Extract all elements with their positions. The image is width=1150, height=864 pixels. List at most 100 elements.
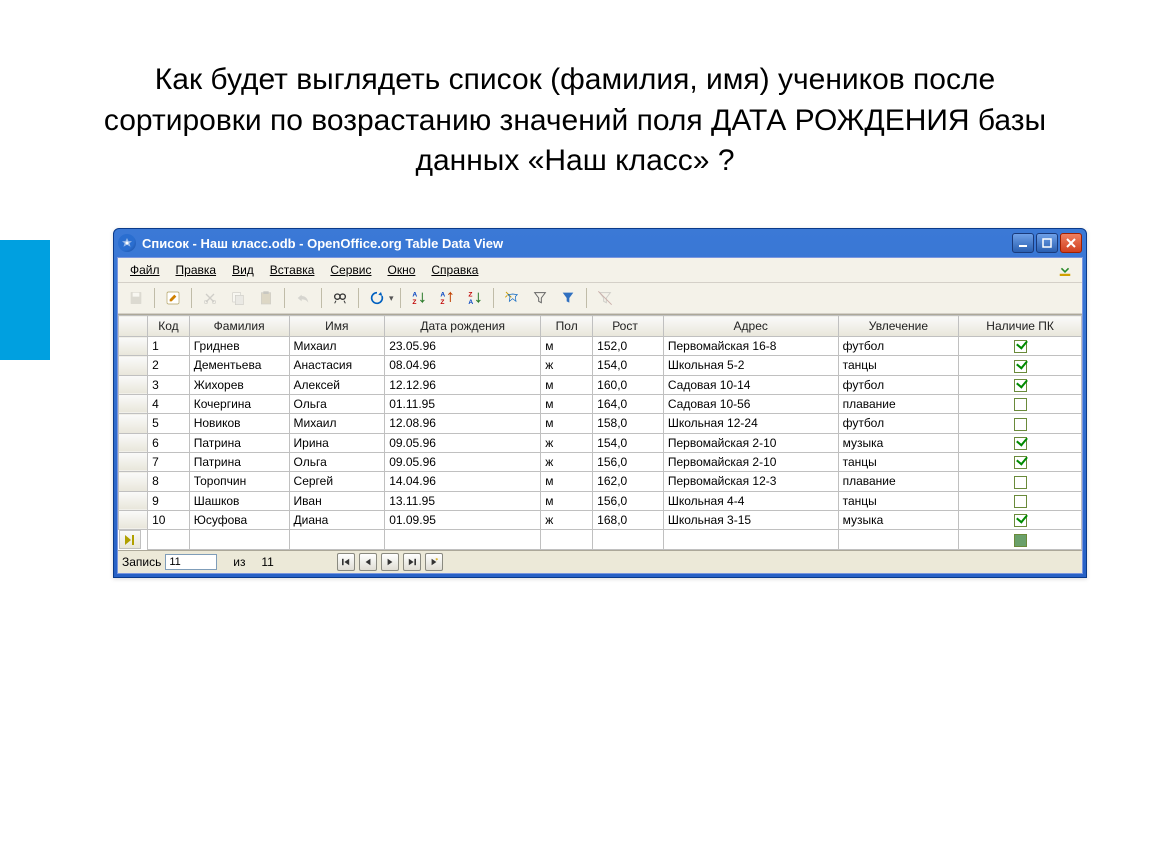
record-current-input[interactable] [165, 554, 217, 570]
table-row[interactable]: 8ТоропчинСергей14.04.96м162,0Первомайска… [119, 472, 1082, 491]
checkbox-icon[interactable] [1014, 379, 1027, 392]
cell-height[interactable]: 160,0 [593, 375, 664, 394]
cell-dob[interactable]: 23.05.96 [385, 337, 541, 356]
cell-dob[interactable]: 12.08.96 [385, 414, 541, 433]
cell-sex[interactable]: м [541, 472, 593, 491]
cell-sex[interactable]: ж [541, 356, 593, 375]
table-row[interactable]: 4КочергинаОльга01.11.95м164,0Садовая 10-… [119, 394, 1082, 413]
menu-window[interactable]: Окно [379, 261, 423, 279]
nav-first-button[interactable] [337, 553, 355, 571]
row-selector[interactable] [119, 472, 148, 491]
checkbox-icon[interactable] [1014, 340, 1027, 353]
header-surname[interactable]: Фамилия [189, 316, 289, 337]
menu-tools[interactable]: Сервис [322, 261, 379, 279]
cell-sex[interactable]: м [541, 375, 593, 394]
cell-surname[interactable]: Юсуфова [189, 510, 289, 529]
cell-name[interactable]: Ольга [289, 394, 385, 413]
cell-hobby[interactable]: плавание [838, 394, 959, 413]
checkbox-icon[interactable] [1014, 495, 1027, 508]
cell-dob[interactable]: 01.11.95 [385, 394, 541, 413]
cell-code[interactable]: 6 [148, 433, 190, 452]
header-name[interactable]: Имя [289, 316, 385, 337]
cell-dob[interactable]: 14.04.96 [385, 472, 541, 491]
menu-edit[interactable]: Правка [168, 261, 225, 279]
cell-hobby[interactable]: музыка [838, 510, 959, 529]
refresh-icon[interactable] [365, 287, 389, 309]
table-row[interactable]: 10ЮсуфоваДиана01.09.95ж168,0Школьная 3-1… [119, 510, 1082, 529]
cell-surname[interactable]: Кочергина [189, 394, 289, 413]
cell-pc[interactable] [959, 433, 1082, 452]
cell-sex[interactable]: м [541, 491, 593, 510]
row-selector[interactable] [119, 510, 148, 529]
table-row[interactable]: 9ШашковИван13.11.95м156,0Школьная 4-4тан… [119, 491, 1082, 510]
data-table[interactable]: Код Фамилия Имя Дата рождения Пол Рост А… [118, 315, 1082, 550]
cell-height[interactable]: 156,0 [593, 491, 664, 510]
sort-asc-icon[interactable]: AZ [407, 287, 431, 309]
nav-prev-button[interactable] [359, 553, 377, 571]
cell-pc[interactable] [959, 452, 1082, 471]
table-row[interactable]: 1ГридневМихаил23.05.96м152,0Первомайская… [119, 337, 1082, 356]
nav-next-button[interactable] [381, 553, 399, 571]
find-icon[interactable] [328, 287, 352, 309]
checkbox-icon[interactable] [1014, 514, 1027, 527]
new-record-row[interactable] [119, 530, 1082, 550]
cell-height[interactable]: 154,0 [593, 356, 664, 375]
cell-dob[interactable]: 12.12.96 [385, 375, 541, 394]
edit-icon[interactable] [161, 287, 185, 309]
cell-dob[interactable]: 08.04.96 [385, 356, 541, 375]
cell-name[interactable]: Диана [289, 510, 385, 529]
cell-addr[interactable]: Школьная 3-15 [663, 510, 838, 529]
cell-pc[interactable] [959, 510, 1082, 529]
header-addr[interactable]: Адрес [663, 316, 838, 337]
checkbox-icon[interactable] [1014, 534, 1027, 547]
nav-new-button[interactable]: ✶ [425, 553, 443, 571]
row-selector[interactable] [119, 433, 148, 452]
cell-pc[interactable] [959, 414, 1082, 433]
maximize-button[interactable] [1036, 233, 1058, 253]
cell-hobby[interactable]: танцы [838, 356, 959, 375]
menu-help[interactable]: Справка [423, 261, 486, 279]
cell-pc[interactable] [959, 337, 1082, 356]
cell-addr[interactable]: Первомайская 12-3 [663, 472, 838, 491]
row-selector[interactable] [119, 337, 148, 356]
cell-sex[interactable]: м [541, 394, 593, 413]
row-selector[interactable] [119, 452, 148, 471]
menu-file[interactable]: Файл [122, 261, 168, 279]
menu-view[interactable]: Вид [224, 261, 262, 279]
filter-apply-icon[interactable] [528, 287, 552, 309]
cell-code[interactable]: 2 [148, 356, 190, 375]
cell-height[interactable]: 152,0 [593, 337, 664, 356]
checkbox-icon[interactable] [1014, 437, 1027, 450]
row-selector[interactable] [119, 394, 148, 413]
checkbox-icon[interactable] [1014, 476, 1027, 489]
cell-addr[interactable]: Первомайская 16-8 [663, 337, 838, 356]
cell-height[interactable]: 154,0 [593, 433, 664, 452]
cell-height[interactable]: 168,0 [593, 510, 664, 529]
cell-addr[interactable]: Садовая 10-56 [663, 394, 838, 413]
cell-height[interactable]: 164,0 [593, 394, 664, 413]
cell-surname[interactable]: Торопчин [189, 472, 289, 491]
cell-surname[interactable]: Дементьева [189, 356, 289, 375]
cell-height[interactable]: 158,0 [593, 414, 664, 433]
cell-surname[interactable]: Жихорев [189, 375, 289, 394]
cell-hobby[interactable]: музыка [838, 433, 959, 452]
header-sex[interactable]: Пол [541, 316, 593, 337]
header-code[interactable]: Код [148, 316, 190, 337]
cell-surname[interactable]: Новиков [189, 414, 289, 433]
cell-surname[interactable]: Патрина [189, 433, 289, 452]
cell-pc[interactable] [959, 472, 1082, 491]
cell-hobby[interactable]: футбол [838, 414, 959, 433]
cell-code[interactable]: 1 [148, 337, 190, 356]
header-height[interactable]: Рост [593, 316, 664, 337]
cell-hobby[interactable]: танцы [838, 452, 959, 471]
cell-name[interactable]: Алексей [289, 375, 385, 394]
checkbox-icon[interactable] [1014, 418, 1027, 431]
cell-pc[interactable] [959, 375, 1082, 394]
cell-surname[interactable]: Шашков [189, 491, 289, 510]
cell-addr[interactable]: Первомайская 2-10 [663, 433, 838, 452]
cell-dob[interactable]: 01.09.95 [385, 510, 541, 529]
minimize-button[interactable] [1012, 233, 1034, 253]
sort-desc-icon[interactable]: AZ [435, 287, 459, 309]
cell-name[interactable]: Ольга [289, 452, 385, 471]
cell-code[interactable]: 8 [148, 472, 190, 491]
